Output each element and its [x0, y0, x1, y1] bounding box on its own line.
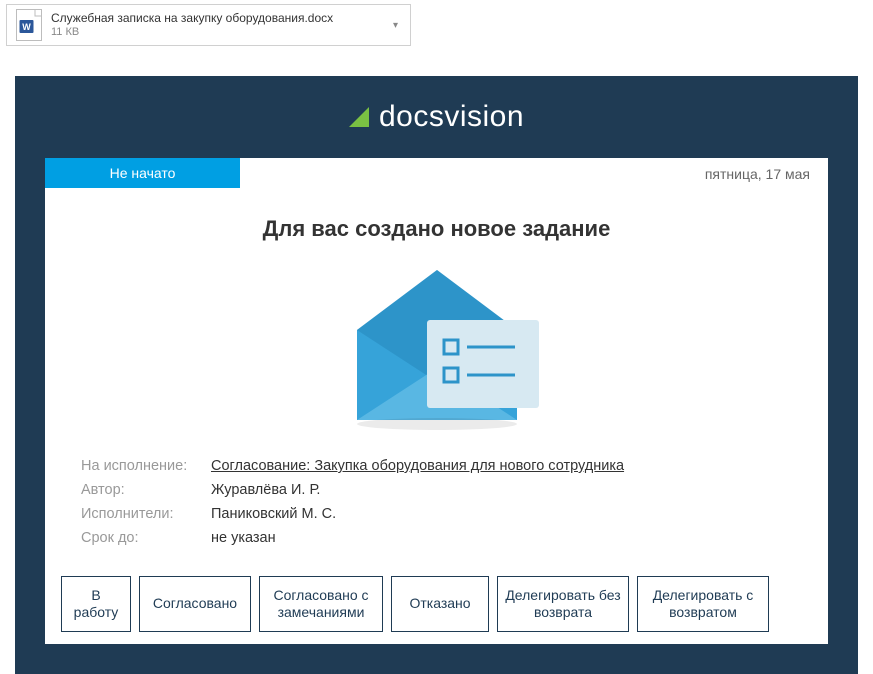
start-button[interactable]: В работу — [61, 576, 131, 632]
meta-value-due: не указан — [211, 530, 276, 546]
meta-label-due: Срок до: — [81, 530, 211, 546]
brand-header: docsvision — [45, 100, 828, 134]
meta-value-author: Журавлёва И. Р. — [211, 482, 320, 498]
approved-notes-button[interactable]: Согласовано с замечаниями — [259, 576, 383, 632]
delegate-return-button[interactable]: Делегировать с возвратом — [637, 576, 769, 632]
meta-subject: На исполнение: Согласование: Закупка обо… — [81, 458, 792, 474]
meta-assignees: Исполнители: Паниковский М. С. — [81, 506, 792, 522]
meta-value-subject[interactable]: Согласование: Закупка оборудования для н… — [211, 458, 624, 474]
meta-value-assignees: Паниковский М. С. — [211, 506, 336, 522]
meta-label-subject: На исполнение: — [81, 458, 211, 474]
attachment-chip[interactable]: W Служебная записка на закупку оборудова… — [6, 4, 411, 46]
task-panel: Не начато пятница, 17 мая Для вас создан… — [45, 158, 828, 644]
meta-block: На исполнение: Согласование: Закупка обо… — [45, 458, 828, 546]
meta-due: Срок до: не указан — [81, 530, 792, 546]
envelope-illustration — [45, 260, 828, 440]
word-file-icon: W — [15, 8, 43, 42]
brand-name: docsvision — [379, 100, 524, 134]
attachment-size: 11 КВ — [51, 26, 389, 39]
meta-label-author: Автор: — [81, 482, 211, 498]
date-label: пятница, 17 мая — [705, 158, 828, 182]
meta-label-assignees: Исполнители: — [81, 506, 211, 522]
brand-logo-icon — [349, 107, 369, 127]
approved-button[interactable]: Согласовано — [139, 576, 251, 632]
delegate-noreturn-button[interactable]: Делегировать без возврата — [497, 576, 629, 632]
action-row: В работу Согласовано Согласовано с замеч… — [45, 554, 828, 638]
status-badge: Не начато — [45, 158, 240, 188]
attachment-filename: Служебная записка на закупку оборудовани… — [51, 11, 389, 25]
svg-text:W: W — [22, 22, 31, 32]
chevron-down-icon[interactable]: ▾ — [389, 20, 402, 31]
meta-author: Автор: Журавлёва И. Р. — [81, 482, 792, 498]
rejected-button[interactable]: Отказано — [391, 576, 489, 632]
headline: Для вас создано новое задание — [45, 216, 828, 242]
notification-card: docsvision Не начато пятница, 17 мая Для… — [15, 76, 858, 674]
attachment-info: Служебная записка на закупку оборудовани… — [51, 11, 389, 39]
